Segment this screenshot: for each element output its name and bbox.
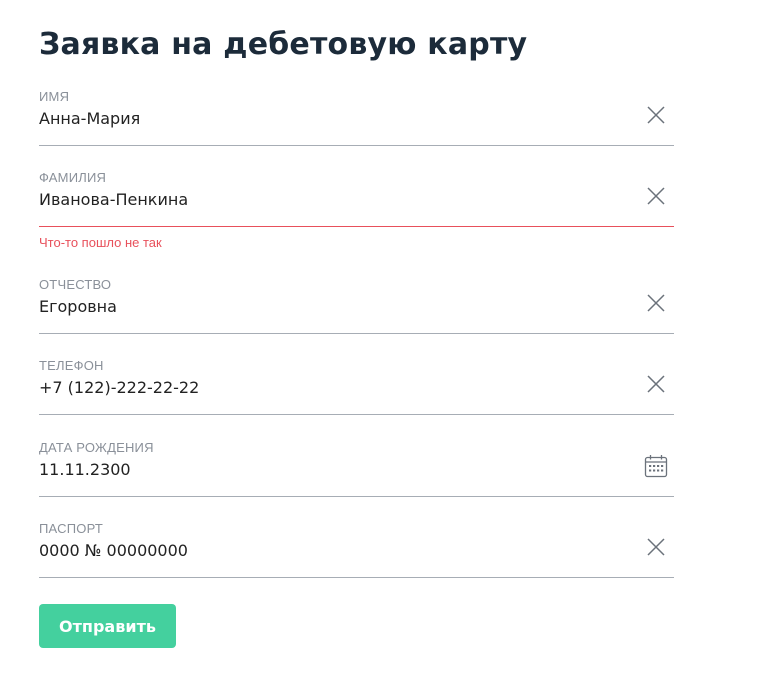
last-name-underline [39,226,674,227]
first-name-input[interactable] [39,106,629,132]
birth-date-input[interactable] [39,457,629,483]
passport-input[interactable] [39,538,629,564]
calendar-icon[interactable] [644,454,668,478]
patronymic-underline [39,333,674,334]
last-name-error-message: Что-то пошло не так [39,235,162,250]
last-name-input[interactable] [39,187,629,213]
first-name-underline [39,145,674,146]
page-title: Заявка на дебетовую карту [39,27,528,62]
clear-last-name-close-icon[interactable] [644,184,668,208]
patronymic-field: ОТЧЕСТВО [39,277,674,335]
last-name-field: ФАМИЛИЯ [39,170,674,228]
clear-passport-close-icon[interactable] [644,535,668,559]
patronymic-input[interactable] [39,294,629,320]
last-name-label: ФАМИЛИЯ [39,170,107,185]
card-application-page: Заявка на дебетовую карту ИМЯ ФАМИЛИЯ Чт… [0,0,766,678]
clear-first-name-close-icon[interactable] [644,103,668,127]
clear-patronymic-close-icon[interactable] [644,291,668,315]
phone-underline [39,414,674,415]
submit-button[interactable]: Отправить [39,604,176,648]
birth-date-label: ДАТА РОЖДЕНИЯ [39,440,154,455]
clear-phone-close-icon[interactable] [644,372,668,396]
first-name-label: ИМЯ [39,89,70,104]
phone-field: ТЕЛЕФОН [39,358,674,416]
patronymic-label: ОТЧЕСТВО [39,277,112,292]
first-name-field: ИМЯ [39,89,674,147]
birth-date-field: ДАТА РОЖДЕНИЯ [39,440,674,498]
phone-label: ТЕЛЕФОН [39,358,104,373]
passport-label: ПАСПОРТ [39,521,104,536]
passport-underline [39,577,674,578]
phone-input[interactable] [39,375,629,401]
birth-date-underline [39,496,674,497]
passport-field: ПАСПОРТ [39,521,674,579]
